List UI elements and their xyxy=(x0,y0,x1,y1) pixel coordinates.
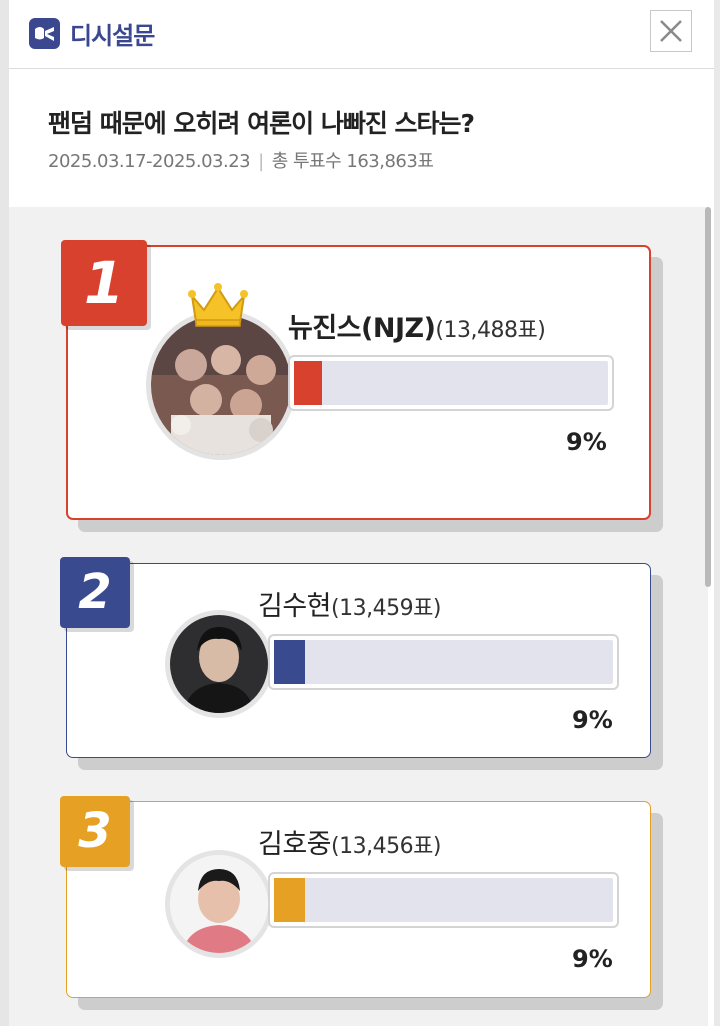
bar-fill-3 xyxy=(274,878,305,922)
result-percent-3: 9% xyxy=(572,945,613,973)
rank-badge-2: 2 xyxy=(60,557,130,628)
poll-title: 팬덤 때문에 오히려 여론이 나빠진 스타는? xyxy=(48,109,475,138)
result-name-text-1: 뉴진스(NJZ) xyxy=(288,313,436,344)
dc-logo-icon[interactable] xyxy=(29,18,60,49)
brand-title[interactable]: 디시설문 xyxy=(70,16,155,51)
result-name-text-3: 김호중 xyxy=(258,829,332,860)
bar-fill-2 xyxy=(274,640,305,684)
result-bar-2 xyxy=(268,634,619,690)
result-percent-1: 9% xyxy=(566,428,607,456)
poll-period: 2025.03.17-2025.03.23 xyxy=(48,151,251,172)
rank-badge-3: 3 xyxy=(60,796,130,867)
avatar-3 xyxy=(165,850,273,958)
result-name-1: 뉴진스(NJZ)(13,488표) xyxy=(288,306,546,345)
close-icon xyxy=(660,20,682,42)
right-frame xyxy=(714,0,720,1026)
result-votes-1: (13,488표) xyxy=(435,318,546,343)
result-bar-3 xyxy=(268,872,619,928)
header-bar: 디시설문 xyxy=(9,0,714,69)
result-percent-2: 9% xyxy=(572,706,613,734)
left-frame xyxy=(0,0,9,1026)
result-votes-3: (13,456표) xyxy=(331,834,441,859)
result-bar-1 xyxy=(288,355,614,411)
rank-badge-1: 1 xyxy=(61,240,147,326)
poll-total-votes: 총 투표수 163,863표 xyxy=(271,151,434,172)
avatar-2 xyxy=(165,610,273,718)
poll-meta: 2025.03.17-2025.03.23 | 총 투표수 163,863표 xyxy=(48,151,434,172)
result-name-2: 김수현(13,459표) xyxy=(258,584,441,623)
close-button[interactable] xyxy=(650,10,692,52)
scrollbar[interactable] xyxy=(705,207,711,587)
result-votes-2: (13,459표) xyxy=(331,596,441,621)
result-name-3: 김호중(13,456표) xyxy=(258,822,441,861)
avatar-1 xyxy=(146,310,296,460)
crown-icon xyxy=(188,283,248,327)
bar-fill-1 xyxy=(294,361,323,405)
result-name-text-2: 김수현 xyxy=(258,591,332,622)
